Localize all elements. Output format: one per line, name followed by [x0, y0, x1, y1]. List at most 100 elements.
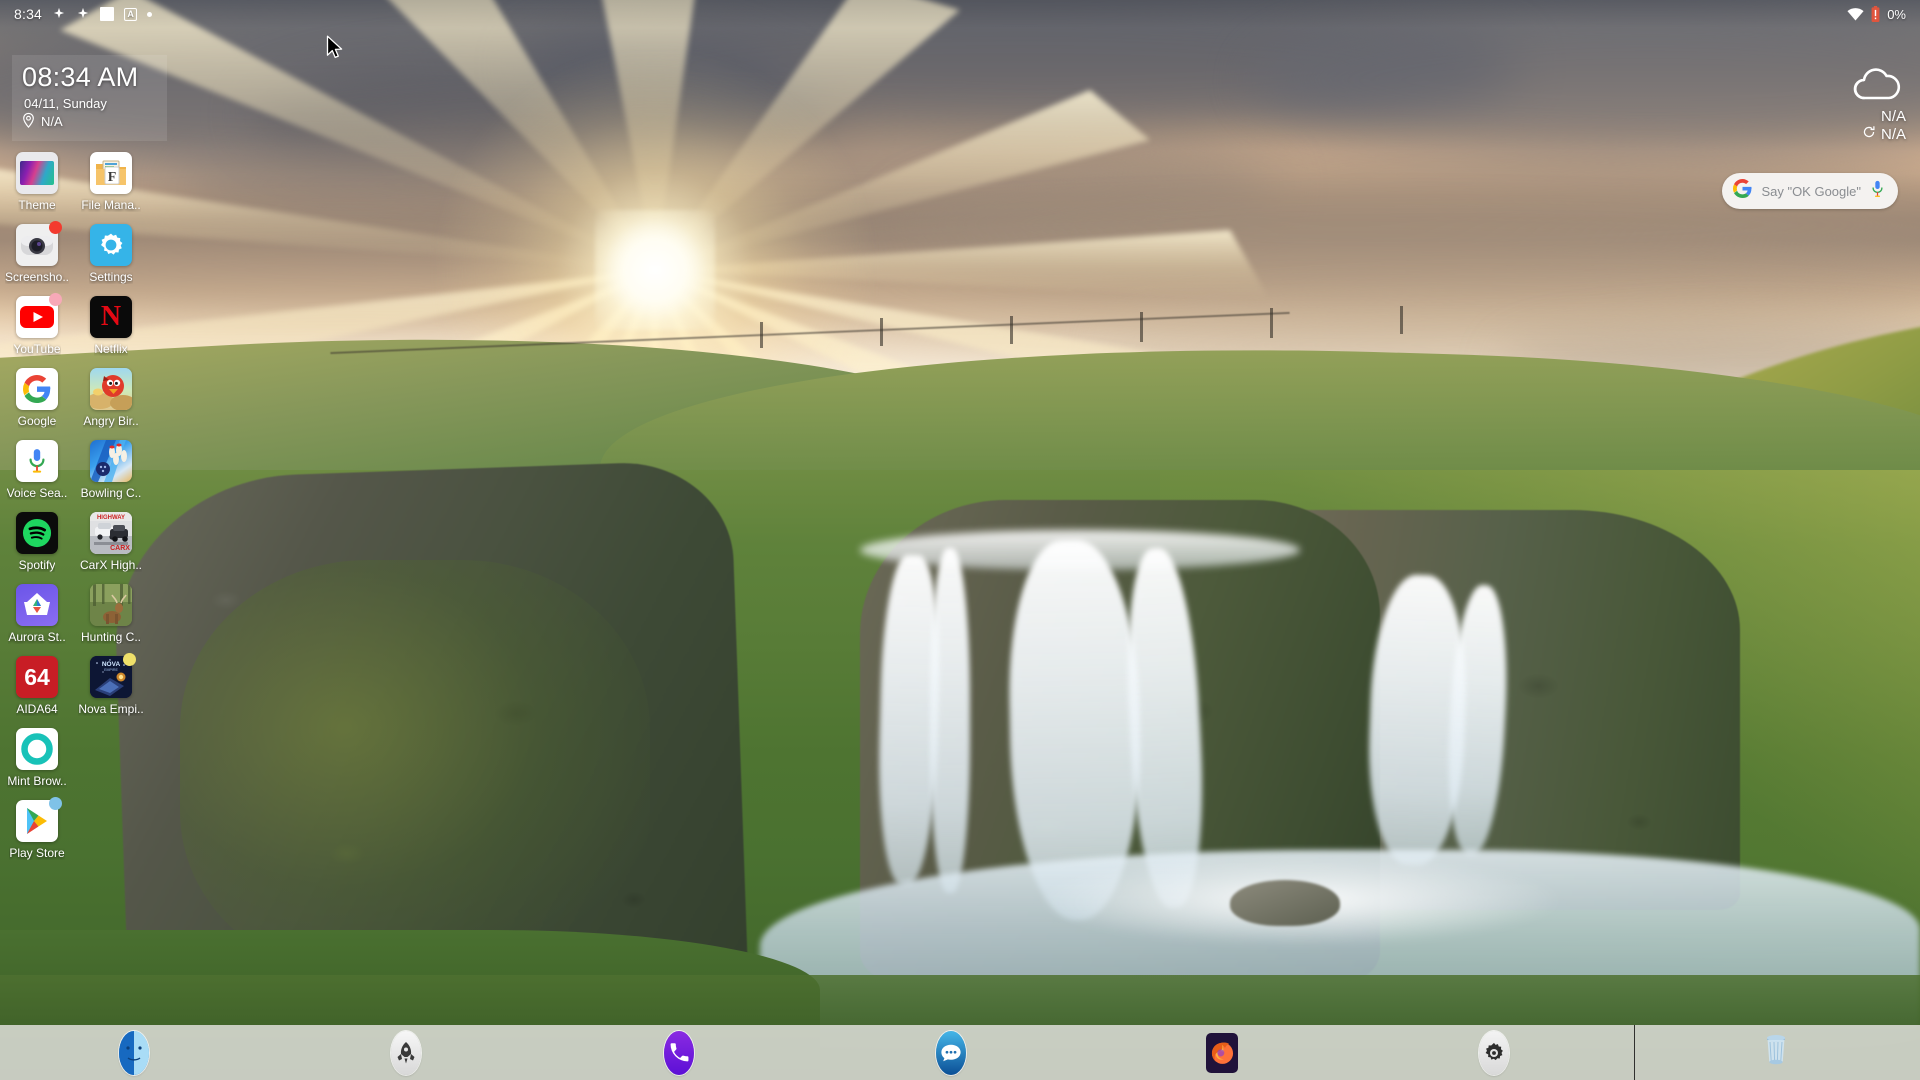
location-pin-icon: [22, 112, 35, 131]
app-icon-carx-highway[interactable]: HIGHWAY CARX CarX High..: [76, 512, 146, 572]
river-rock: [1230, 880, 1340, 926]
carx-highway-icon: HIGHWAY CARX: [90, 512, 132, 554]
app-icon-netflix[interactable]: N Netflix: [76, 296, 146, 356]
fence-post: [1400, 306, 1403, 334]
app-row: Mint Brow..: [0, 728, 150, 800]
app-label: Voice Sea..: [6, 486, 68, 500]
status-bar-clock: 8:34: [14, 6, 43, 22]
dot-icon: [147, 11, 153, 17]
fence-post: [1010, 316, 1013, 344]
netflix-icon: N: [90, 296, 132, 338]
file-manager-icon: F: [90, 152, 132, 194]
app-label: File Mana..: [81, 198, 141, 212]
app-icon-settings[interactable]: Settings: [76, 224, 146, 284]
clock-time: 08:34 AM: [22, 62, 139, 92]
app-icon-angry-birds[interactable]: Angry Bir..: [76, 368, 146, 428]
app-row: YouTube N Netflix: [0, 293, 150, 368]
app-icon-spotify[interactable]: Spotify: [2, 512, 72, 572]
app-icon-mint-browser[interactable]: Mint Brow..: [2, 728, 72, 788]
clock-widget[interactable]: 08:34 AM 04/11, Sunday N/A: [12, 55, 167, 141]
google-icon: [16, 368, 58, 410]
app-icon-bowling-crew[interactable]: Bowling C..: [76, 440, 146, 500]
app-row: Screensho.. Settings: [0, 221, 150, 296]
app-icon-voice-search[interactable]: Voice Sea..: [2, 440, 72, 500]
app-icon-aurora-store[interactable]: Aurora St..: [2, 584, 72, 644]
weather-widget[interactable]: N/A N/A: [1810, 62, 1906, 143]
app-icon-aida64[interactable]: 64 AIDA64: [2, 656, 72, 716]
aida64-icon: 64: [16, 656, 58, 698]
app-icon-nova-empire[interactable]: NOVA EMPIRE Nova Empi..: [76, 653, 146, 716]
google-search-placeholder: Say "OK Google": [1761, 183, 1861, 199]
app-icon-google[interactable]: Google: [2, 368, 72, 428]
svg-text:HIGHWAY: HIGHWAY: [97, 515, 125, 521]
firefox-icon: [1206, 1032, 1238, 1073]
fence-post: [760, 322, 763, 348]
gps-fix-icon: [76, 7, 90, 21]
svg-text:F: F: [108, 170, 117, 185]
app-icon-file-manager[interactable]: F File Mana..: [76, 152, 146, 212]
dock-item-settings[interactable]: [1472, 1030, 1516, 1075]
aurora-store-icon: [16, 584, 58, 626]
app-label: Aurora St..: [8, 630, 66, 644]
app-grid: Theme F File Mana.. Screensho.. Settings…: [0, 152, 150, 872]
dock-item-phone[interactable]: [657, 1030, 701, 1075]
notification-badge: [49, 797, 62, 810]
app-label: YouTube: [13, 342, 61, 356]
gps-fix-icon: [52, 7, 66, 21]
settings-icon: [90, 224, 132, 266]
app-row: Spotify HIGHWAY CARX CarX High..: [0, 512, 150, 584]
app-icon-play-store[interactable]: Play Store: [2, 797, 72, 860]
wifi-icon: [1847, 7, 1864, 21]
weather-temperature: N/A: [1880, 108, 1906, 125]
app-icon-screenshot[interactable]: Screensho..: [2, 221, 72, 284]
sun-core: [595, 210, 715, 330]
app-row: Voice Sea.. Bowling C..: [0, 440, 150, 512]
dock-item-messages[interactable]: [929, 1030, 973, 1075]
dock: [0, 1025, 1920, 1080]
mint-browser-icon: [16, 728, 58, 770]
voice-search-icon: [16, 440, 58, 482]
app-label: Spotify: [18, 558, 56, 572]
dock-item-firefox[interactable]: [1200, 1031, 1244, 1075]
dock-item-launchpad[interactable]: [384, 1030, 428, 1075]
white-square-icon: [100, 7, 115, 21]
angry-birds-icon: [90, 368, 132, 410]
app-label: CarX High..: [79, 558, 143, 572]
notification-badge: [49, 293, 62, 306]
app-label: Nova Empi..: [78, 702, 144, 716]
status-bar[interactable]: 8:34 A 0%: [0, 0, 1920, 28]
app-icon-youtube[interactable]: YouTube: [2, 293, 72, 356]
app-label: Play Store: [9, 846, 65, 860]
phone-icon: [664, 1030, 694, 1075]
google-g-icon: [1733, 179, 1753, 203]
app-label: Settings: [89, 270, 133, 284]
app-icon-hunting-clash[interactable]: Hunting C..: [76, 584, 146, 644]
fence-post: [1140, 312, 1143, 342]
app-label: AIDA64: [16, 702, 58, 716]
dock-item-trash[interactable]: [1754, 1031, 1798, 1075]
app-row: Google Angry Bir..: [0, 368, 150, 440]
app-label: Angry Bir..: [83, 414, 139, 428]
app-label: Netflix: [94, 342, 128, 356]
cloud-icon: [1844, 62, 1906, 107]
clock-location-text: N/A: [41, 113, 63, 129]
dock-item-finder[interactable]: [112, 1030, 156, 1075]
bowling-crew-icon: [90, 440, 132, 482]
notification-badge: [49, 221, 62, 234]
svg-text:NOVA: NOVA: [102, 661, 121, 668]
settings-gear-icon: [1479, 1030, 1509, 1075]
google-search-bar[interactable]: Say "OK Google": [1722, 173, 1898, 209]
wallpaper-moss: [180, 560, 650, 980]
weather-refresh[interactable]: N/A: [1862, 125, 1906, 143]
theme-icon: [16, 152, 58, 194]
clock-date: 04/11, Sunday: [24, 95, 107, 111]
app-icon-theme[interactable]: Theme: [2, 152, 72, 212]
status-bar-right: 0%: [1847, 6, 1920, 22]
app-label: Google: [17, 414, 57, 428]
svg-text:CARX: CARX: [110, 545, 130, 552]
app-row: Aurora St.. Hunting C..: [0, 584, 150, 656]
microphone-icon[interactable]: [1870, 180, 1885, 203]
messages-icon: [936, 1030, 966, 1075]
app-label: Bowling C..: [80, 486, 142, 500]
desktop-wallpaper: [0, 0, 1920, 1080]
